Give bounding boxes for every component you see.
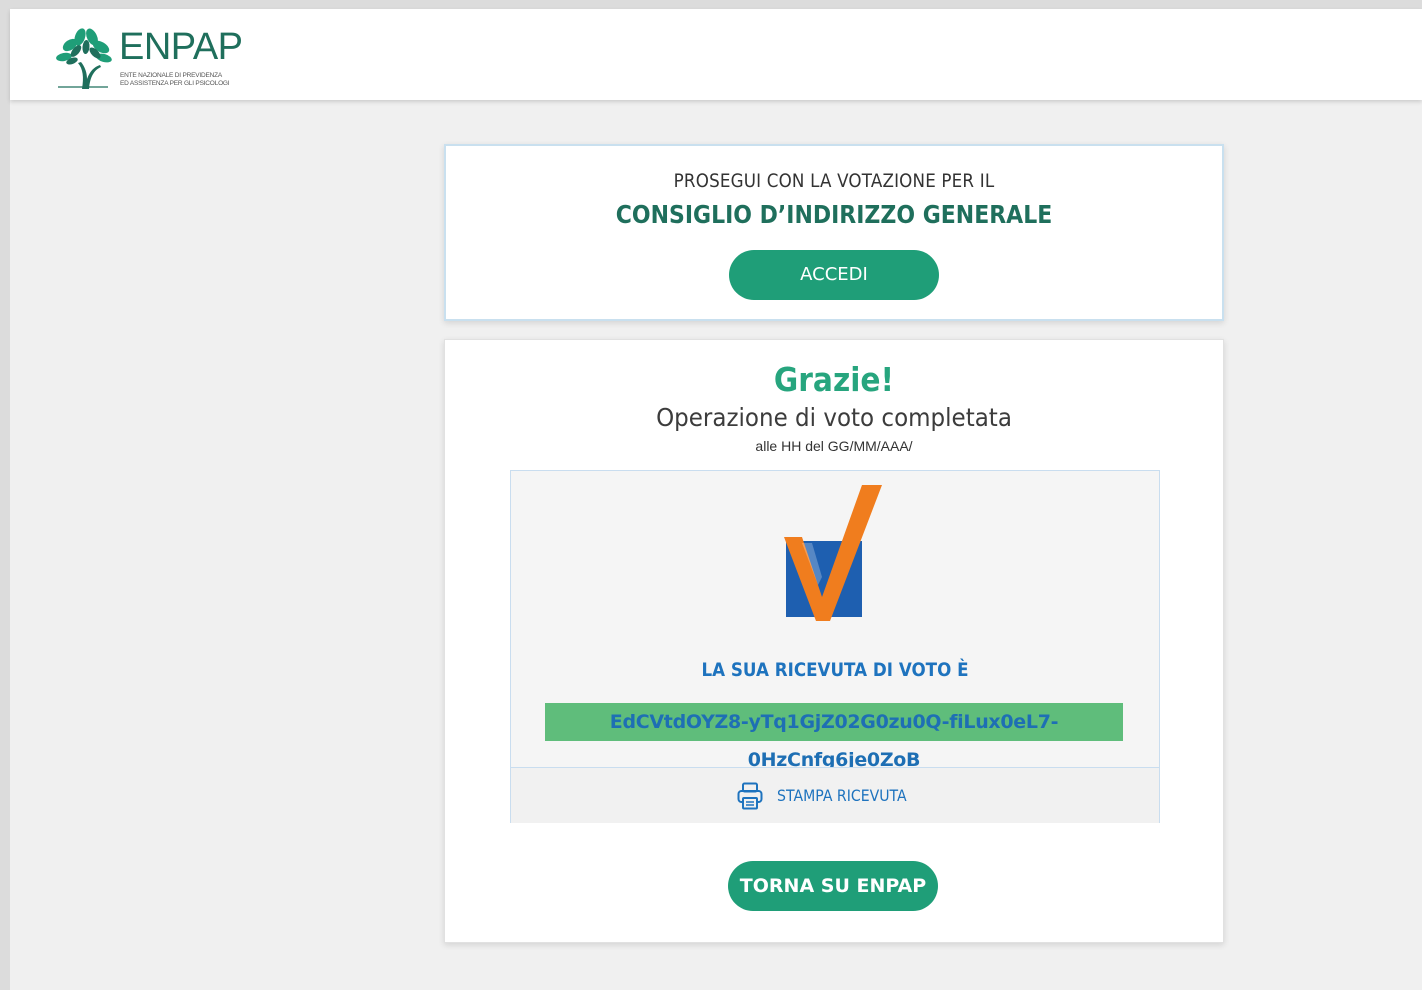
- logo-subtitle: ENTE NAZIONALE DI PREVIDENZA ED ASSISTEN…: [120, 72, 260, 88]
- confirmation-card: Grazie! Operazione di voto completata al…: [444, 339, 1224, 943]
- next-vote-card: PROSEGUI CON LA VOTAZIONE PER IL CONSIGL…: [444, 144, 1224, 321]
- accedi-button[interactable]: ACCEDI: [729, 250, 939, 300]
- print-receipt-button[interactable]: STAMPA RICEVUTA: [511, 767, 1159, 823]
- receipt-code: EdCVtdOYZ8-yTq1GjZ02G0zu0Q-fiLux0eL7-0Hz…: [545, 703, 1123, 771]
- print-receipt-label: STAMPA RICEVUTA: [777, 786, 907, 805]
- receipt-label: LA SUA RICEVUTA DI VOTO È: [701, 659, 969, 681]
- logo-subtitle-line2: ED ASSISTENZA PER GLI PSICOLOGI: [120, 80, 230, 87]
- thanks-heading: Grazie!: [773, 360, 895, 399]
- olive-tree-icon: [56, 28, 112, 89]
- receipt-panel: LA SUA RICEVUTA DI VOTO È EdCVtdOYZ8-yTq…: [510, 470, 1160, 823]
- enpap-logo[interactable]: ENPAP ENTE NAZIONALE DI PREVIDENZA ED AS…: [54, 25, 254, 91]
- back-to-enpap-button[interactable]: TORNA SU ENPAP: [728, 861, 938, 911]
- next-vote-body-name: CONSIGLIO D’INDIRIZZO GENERALE: [615, 200, 1053, 229]
- completion-message: Operazione di voto completata: [656, 403, 1012, 432]
- checkmark-vote-icon: [784, 485, 882, 621]
- page-viewport: ENPAP ENTE NAZIONALE DI PREVIDENZA ED AS…: [10, 9, 1422, 990]
- header: ENPAP ENTE NAZIONALE DI PREVIDENZA ED AS…: [10, 9, 1422, 100]
- logo-subtitle-line1: ENTE NAZIONALE DI PREVIDENZA: [120, 72, 223, 79]
- next-vote-intro: PROSEGUI CON LA VOTAZIONE PER IL: [673, 170, 995, 192]
- completion-timestamp: alle HH del GG/MM/AAA/: [755, 438, 913, 454]
- logo-wordmark: ENPAP: [119, 26, 243, 68]
- printer-icon: [737, 782, 763, 810]
